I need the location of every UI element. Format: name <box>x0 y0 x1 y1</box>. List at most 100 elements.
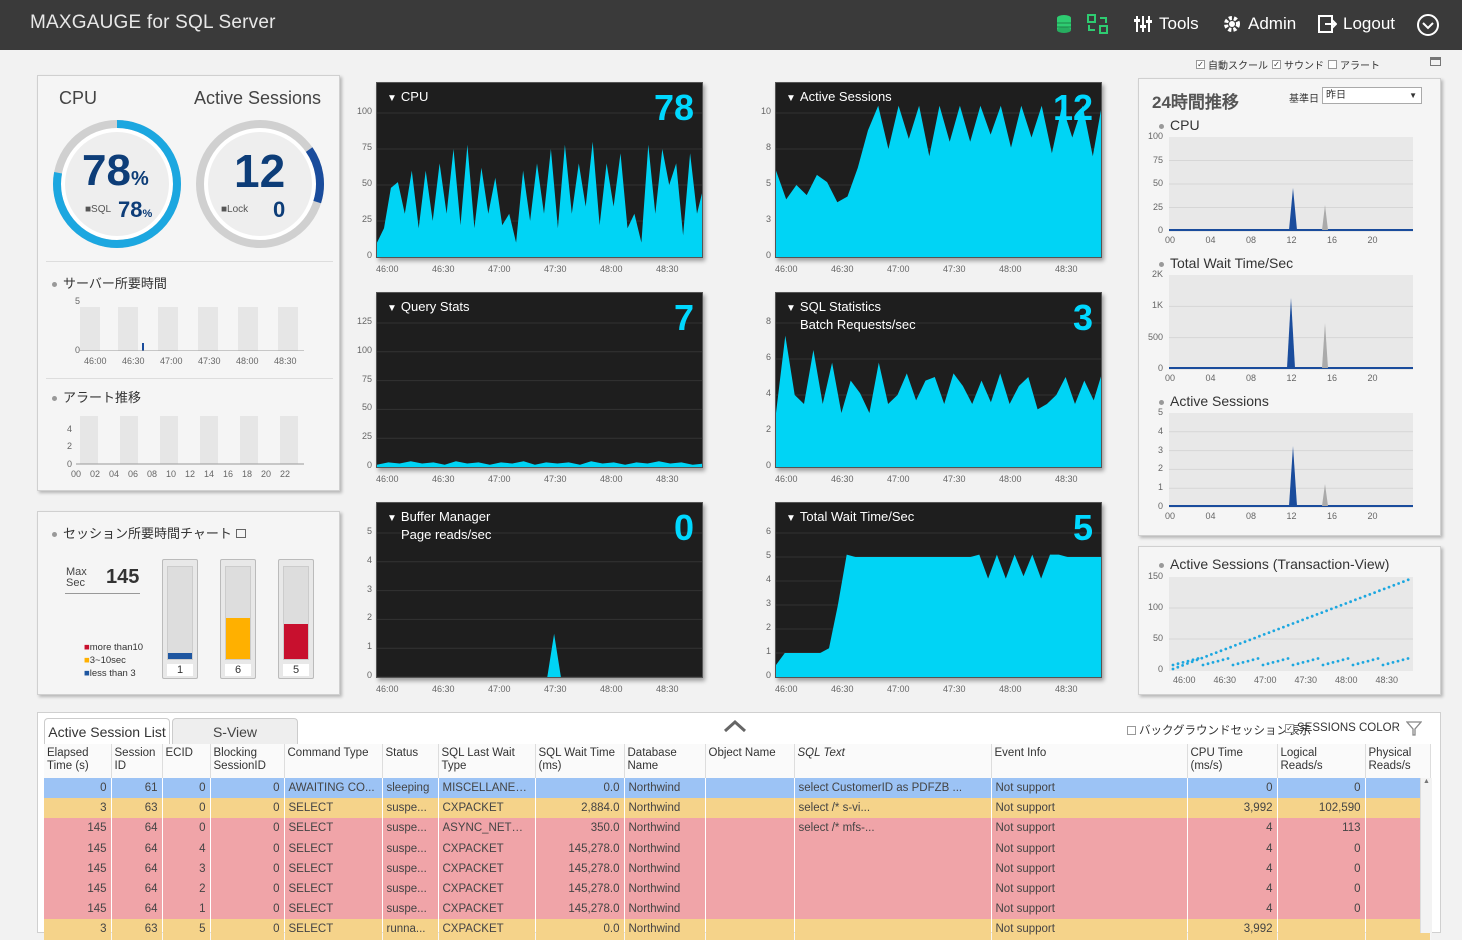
session-time-bar[interactable]: 1 <box>162 559 198 679</box>
trend-wait-x-tick: 04 <box>1205 373 1216 383</box>
table-cell: 0 <box>210 798 285 819</box>
tab-active-session-list[interactable]: Active Session List <box>44 718 170 744</box>
table-cell <box>705 878 795 900</box>
table-cell: CXPACKET <box>438 878 536 900</box>
sessions-color-checkbox[interactable]: ✓ <box>1285 723 1294 733</box>
table-cell: 4 <box>1187 858 1278 879</box>
sqlstat-chart-title[interactable]: ▼ SQL Statistics Batch Requests/sec <box>786 299 916 333</box>
alert-checkbox[interactable] <box>1328 60 1337 69</box>
sqlstat-y-tick: 0 <box>765 460 771 470</box>
table-cell: 350.0 <box>535 818 625 839</box>
column-header[interactable]: SQL Wait Time (ms) <box>535 744 625 778</box>
table-cell: Not support <box>991 798 1188 819</box>
admin-label: Admin <box>1248 14 1297 33</box>
window-icon[interactable] <box>1430 57 1441 66</box>
popup-icon[interactable] <box>235 529 246 538</box>
table-cell: SELECT <box>284 899 383 920</box>
column-header[interactable]: Blocking SessionID <box>210 744 285 778</box>
sqlstat-chart: ▼ SQL Statistics Batch Requests/sec 3 <box>775 292 1102 468</box>
wait-x-tick: 46:00 <box>775 684 798 694</box>
trend-cpu-title: CPU <box>1159 117 1200 133</box>
table-row[interactable]: 145 64 0 0 SELECT suspe... ASYNC_NETW... 350.0 N… <box>44 818 1431 839</box>
table-row[interactable]: 145 64 3 0 SELECT suspe... CXPACKET 145,278.0 No… <box>44 858 1431 879</box>
table-cell: 1 <box>162 899 211 920</box>
table-row[interactable]: 145 64 2 0 SELECT suspe... CXPACKET 145,278.0 No… <box>44 878 1431 900</box>
collapse-chevron-icon[interactable] <box>722 718 748 739</box>
active-x-tick: 47:00 <box>887 264 910 274</box>
table-cell: 64 <box>111 878 163 900</box>
alert-y-tick: 4 <box>66 424 72 434</box>
base-date-select[interactable]: 昨日 ▼ <box>1322 87 1422 104</box>
column-header[interactable]: Session ID <box>111 744 163 778</box>
sound-checkbox[interactable]: ✓ <box>1272 60 1281 69</box>
tools-button[interactable]: Tools <box>1133 14 1199 34</box>
table-row[interactable]: 3 63 5 0 SELECT runna... CXPACKET 0.0 Northwind N… <box>44 919 1431 940</box>
column-header[interactable]: Event Info <box>991 744 1188 778</box>
logout-icon <box>1318 15 1337 33</box>
query-chart-title[interactable]: ▼ Query Stats <box>387 299 470 317</box>
session-time-bar[interactable]: 6 <box>220 559 256 679</box>
auto-scale-option[interactable]: ✓ 自動スクール <box>1196 57 1268 72</box>
background-session-checkbox[interactable] <box>1127 725 1136 735</box>
buffer-y-tick: 2 <box>366 612 372 623</box>
alert-x-tick: 04 <box>109 469 120 479</box>
server-time-title: サーバー所要時間 <box>52 273 167 292</box>
table-cell: CXPACKET <box>438 899 536 920</box>
wait-y-tick: 3 <box>765 598 771 608</box>
table-row[interactable]: 0 61 0 0 AWAITING CO... sleeping MISCELLANEO..… <box>44 778 1431 799</box>
sync-icon[interactable] <box>1087 14 1109 39</box>
wait-chart-title[interactable]: ▼ Total Wait Time/Sec <box>786 509 914 527</box>
column-header[interactable]: Physical Reads/s <box>1365 744 1431 778</box>
column-header[interactable]: Logical Reads/s <box>1277 744 1366 778</box>
sqlstat-x-tick: 48:00 <box>999 474 1022 484</box>
column-header[interactable]: Command Type <box>284 744 383 778</box>
background-session-option[interactable]: バックグラウンドセッション表示 <box>1127 722 1311 738</box>
buffer-chart-title[interactable]: ▼ Buffer Manager Page reads/sec <box>387 509 491 543</box>
server-time-x-tick: 47:30 <box>198 356 221 366</box>
session-time-bar[interactable]: 5 <box>278 559 314 679</box>
alert-x-tick: 12 <box>185 469 196 479</box>
admin-button[interactable]: Admin <box>1222 14 1296 34</box>
sqlstat-chart-value: 3 <box>1072 297 1093 338</box>
table-cell: 3,992 <box>1187 919 1278 940</box>
server-time-x-tick: 48:30 <box>274 356 297 366</box>
table-cell: Northwind <box>624 919 706 940</box>
column-header[interactable]: Object Name <box>705 744 795 778</box>
column-header[interactable]: Elapsed Time (s) <box>44 744 112 778</box>
logout-button[interactable]: Logout <box>1317 14 1395 34</box>
auto-scale-checkbox[interactable]: ✓ <box>1196 60 1205 69</box>
sqlstat-x-tick: 46:30 <box>831 474 854 484</box>
table-row[interactable]: 3 63 0 0 SELECT suspe... CXPACKET 2,884.0 Northw… <box>44 798 1431 819</box>
sessions-color-option[interactable]: ✓ SESSIONS COLOR <box>1285 722 1400 734</box>
filter-icon[interactable] <box>1405 720 1423 741</box>
wait-x-tick: 47:30 <box>943 684 966 694</box>
max-sec-value: 145 <box>106 566 140 588</box>
database-icon[interactable] <box>1056 14 1072 39</box>
alert-option[interactable]: アラート <box>1328 57 1380 72</box>
sqlstat-y-tick: 6 <box>765 352 771 362</box>
tab-s-view[interactable]: S-View <box>172 718 298 744</box>
cpu-chart-title[interactable]: ▼ CPU <box>387 89 428 107</box>
alert-x-tick: 08 <box>147 469 158 479</box>
column-header[interactable]: Database Name <box>624 744 706 778</box>
sound-option[interactable]: ✓ サウンド <box>1272 57 1324 72</box>
sound-label: サウンド <box>1284 61 1324 72</box>
menu-chevron-icon[interactable] <box>1416 13 1440 42</box>
trend-wait-x-tick: 12 <box>1286 373 1297 383</box>
column-header[interactable]: SQL Last Wait Type <box>438 744 536 778</box>
query-chart: ▼ Query Stats 7 <box>376 292 703 468</box>
table-scrollbar[interactable]: ▲ <box>1420 778 1432 933</box>
txview-title: Active Sessions (Transaction-View) <box>1159 556 1389 572</box>
column-header[interactable]: SQL Text <box>794 744 992 778</box>
table-cell: SELECT <box>284 878 383 900</box>
column-header[interactable]: CPU Time (ms/s) <box>1187 744 1278 778</box>
column-header[interactable]: Status <box>382 744 439 778</box>
table-cell <box>705 838 795 859</box>
server-time-x-tick: 47:00 <box>160 356 183 366</box>
table-row[interactable]: 145 64 4 0 SELECT suspe... CXPACKET 145,278.0 No… <box>44 838 1431 859</box>
table-cell: CXPACKET <box>438 919 536 940</box>
active-chart-title[interactable]: ▼ Active Sessions <box>786 89 892 107</box>
active-y-tick: 3 <box>765 214 771 224</box>
table-row[interactable]: 145 64 1 0 SELECT suspe... CXPACKET 145,278.0 No… <box>44 899 1431 920</box>
column-header[interactable]: ECID <box>162 744 211 778</box>
